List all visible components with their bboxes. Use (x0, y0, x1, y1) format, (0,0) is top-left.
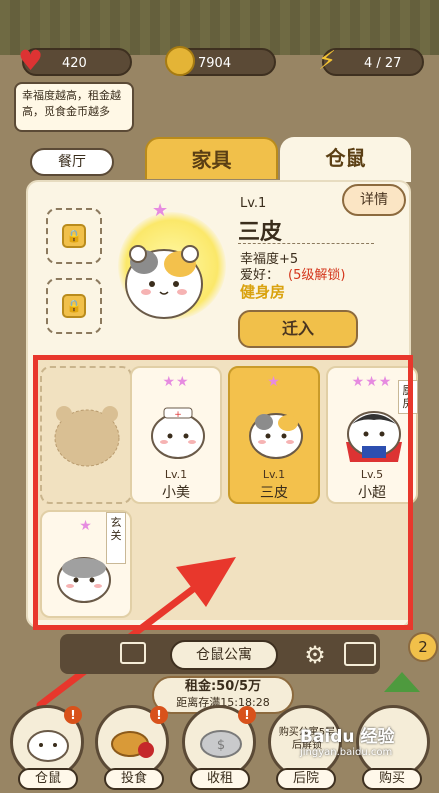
piggy-bank-icon: $ (200, 730, 242, 758)
triangle-up-icon[interactable] (384, 672, 420, 692)
baidu-watermark: Baidu 经验 jingyan.baidu.com (300, 722, 435, 782)
heart-icon: ♥ (18, 44, 44, 77)
mail-icon[interactable] (344, 642, 376, 666)
checklist-icon[interactable] (120, 642, 146, 664)
move-in-button[interactable]: 迁入 (238, 310, 358, 348)
rent-amount: 租金:50/5万 (184, 679, 262, 694)
detail-level: Lv.1 (240, 196, 267, 211)
details-button[interactable]: 详情 (342, 184, 406, 216)
locked-slot-2[interactable]: 🔒 (46, 278, 102, 334)
alert-badge-icon: ! (150, 706, 168, 724)
star-icon: ★ (152, 200, 169, 221)
happiness-tip: 幸福度越高，租金越高，觅食金币越多 (14, 82, 134, 132)
tab-furniture[interactable]: 家具 (145, 137, 278, 179)
detail-hobby-value: (5级解锁) (288, 268, 346, 283)
hamster-sanpi-avatar (125, 245, 203, 319)
gear-icon[interactable]: ⚙ (300, 640, 330, 670)
lightning-icon: ⚡ (318, 46, 337, 76)
energy-value: 4 / 27 (364, 56, 402, 71)
watermark-brand: Baidu 经验 (300, 727, 395, 747)
lock-icon: 🔒 (62, 294, 86, 318)
detail-room: 健身房 (240, 283, 286, 301)
locked-slot-1[interactable]: 🔒 (46, 208, 102, 264)
hamster-icon (27, 730, 69, 762)
apartment-label[interactable]: 仓鼠公寓 (170, 640, 278, 670)
detail-divider (238, 243, 374, 244)
tab-hamster[interactable]: 仓鼠 (280, 137, 411, 182)
alert-badge-icon: ! (238, 706, 256, 724)
detail-name: 三皮 (238, 220, 283, 245)
lock-icon: 🔒 (62, 224, 86, 248)
alert-badge-icon: ! (64, 706, 82, 724)
coins-value: 7904 (198, 56, 232, 71)
nav-rent-label: 收租 (190, 768, 250, 790)
food-icon (111, 731, 154, 758)
coin-icon (165, 46, 195, 76)
nav-feed-label: 投食 (104, 768, 164, 790)
tab-restaurant[interactable]: 餐厅 (30, 148, 114, 176)
hearts-value: 420 (62, 56, 87, 71)
nav-hamster-label: 仓鼠 (18, 768, 78, 790)
watermark-url: jingyan.baidu.com (300, 747, 393, 758)
svg-text:$: $ (217, 738, 225, 753)
notification-badge[interactable]: 2 (408, 632, 438, 662)
